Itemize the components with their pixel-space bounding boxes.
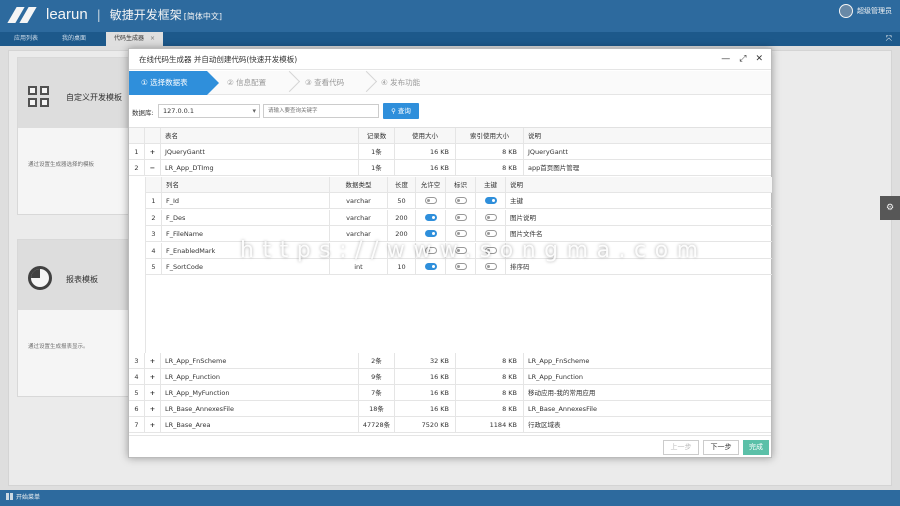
step-publish[interactable]: ④ 发布功能 xyxy=(381,71,420,95)
nullable-toggle[interactable] xyxy=(425,230,437,237)
table-row[interactable]: 4 + LR_App_Function 9条 16 KB 8 KB LR_App… xyxy=(129,369,771,385)
primary-key-toggle[interactable] xyxy=(485,197,497,204)
col-header-name[interactable]: 表名 xyxy=(161,128,359,144)
chevron-right-icon xyxy=(278,70,301,93)
col-header-size[interactable]: 使用大小 xyxy=(395,128,456,144)
expand-icon[interactable]: + xyxy=(145,144,161,160)
nullable-toggle[interactable] xyxy=(425,197,437,204)
identity-toggle[interactable] xyxy=(455,230,467,237)
expand-icon[interactable]: + xyxy=(145,417,161,433)
subgrid-header-row: 列名 数据类型 长度 允许空 标识 主键 说明 xyxy=(146,177,772,193)
expand-icon[interactable]: + xyxy=(145,369,161,385)
table-row[interactable]: 1 + JQueryGantt 1条 16 KB 8 KB JQueryGant… xyxy=(129,144,771,160)
primary-key-toggle[interactable] xyxy=(485,213,497,221)
collapse-icon[interactable]: − xyxy=(145,160,161,176)
search-icon: ⚲ xyxy=(391,107,396,115)
step-view-code[interactable]: ③ 查看代码 xyxy=(305,71,344,95)
identity-toggle[interactable] xyxy=(455,263,467,270)
close-icon[interactable]: ✕ xyxy=(755,49,763,70)
dialog-header: 在线代码生成器 并自动创建代码(快速开发模板) — ⤢ ✕ xyxy=(129,49,771,70)
finish-button[interactable]: 完成 xyxy=(743,440,769,455)
nullable-toggle[interactable] xyxy=(425,213,437,221)
next-step-button[interactable]: 下一步 xyxy=(703,440,739,455)
subgrid-columns: 列名 数据类型 长度 允许空 标识 主键 说明 1 F_Id varchar 50 主键… xyxy=(145,177,772,353)
database-label: 数据库: xyxy=(132,109,154,117)
search-input[interactable] xyxy=(263,104,379,118)
expand-icon[interactable]: + xyxy=(145,401,161,417)
identity-toggle[interactable] xyxy=(455,197,467,204)
identity-toggle[interactable] xyxy=(455,213,467,221)
watermark: https://www.songma.com xyxy=(240,238,707,263)
minimize-icon[interactable]: — xyxy=(721,49,730,70)
table-row[interactable]: 7 + LR_Base_Area 47728条 7520 KB 1184 KB … xyxy=(129,417,771,433)
table-row[interactable]: 3 + LR_App_FnScheme 2条 32 KB 8 KB LR_App… xyxy=(129,353,771,369)
table-row[interactable]: 5 + LR_App_MyFunction 7条 16 KB 8 KB 移动应用… xyxy=(129,385,771,401)
dialog-title: 在线代码生成器 并自动创建代码(快速开发模板) xyxy=(139,55,298,64)
primary-key-toggle[interactable] xyxy=(485,263,497,270)
step-config-info[interactable]: ② 信息配置 xyxy=(227,71,266,95)
expand-icon[interactable]: + xyxy=(145,385,161,401)
column-row[interactable]: 2 F_Des varchar 200 图片说明 xyxy=(146,209,772,226)
step-select-table[interactable]: ① 选择数据表 xyxy=(129,71,219,95)
col-header-index[interactable]: 索引使用大小 xyxy=(456,128,524,144)
nullable-toggle[interactable] xyxy=(425,263,437,270)
grid-header-row: 表名 记录数 使用大小 索引使用大小 说明 xyxy=(129,128,771,144)
table-grid: 表名 记录数 使用大小 索引使用大小 说明 1 + JQueryGantt 1条… xyxy=(129,127,772,435)
col-header-desc[interactable]: 说明 xyxy=(524,128,771,144)
database-select[interactable]: 127.0.0.1 xyxy=(158,104,260,118)
table-row[interactable]: 2 − LR_App_DTImg 1条 16 KB 8 KB app首页图片管理 xyxy=(129,160,771,176)
expand-icon[interactable]: + xyxy=(145,353,161,369)
filter-bar: 数据库: 127.0.0.1 ⚲ 查询 xyxy=(129,102,771,120)
maximize-icon[interactable]: ⤢ xyxy=(739,49,746,70)
column-row[interactable]: 1 F_Id varchar 50 主键 xyxy=(146,193,772,209)
table-row[interactable]: 6 + LR_Base_AnnexesFile 18条 16 KB 8 KB L… xyxy=(129,401,771,417)
dialog-footer: 上一步 下一步 完成 xyxy=(129,435,771,457)
wizard-steps: ① 选择数据表 ② 信息配置 ③ 查看代码 ④ 发布功能 xyxy=(129,70,771,95)
col-header-rows[interactable]: 记录数 xyxy=(359,128,395,144)
search-button[interactable]: ⚲ 查询 xyxy=(383,103,419,119)
chevron-right-icon xyxy=(355,70,378,93)
primary-key-toggle[interactable] xyxy=(485,230,497,237)
prev-step-button[interactable]: 上一步 xyxy=(663,440,699,455)
